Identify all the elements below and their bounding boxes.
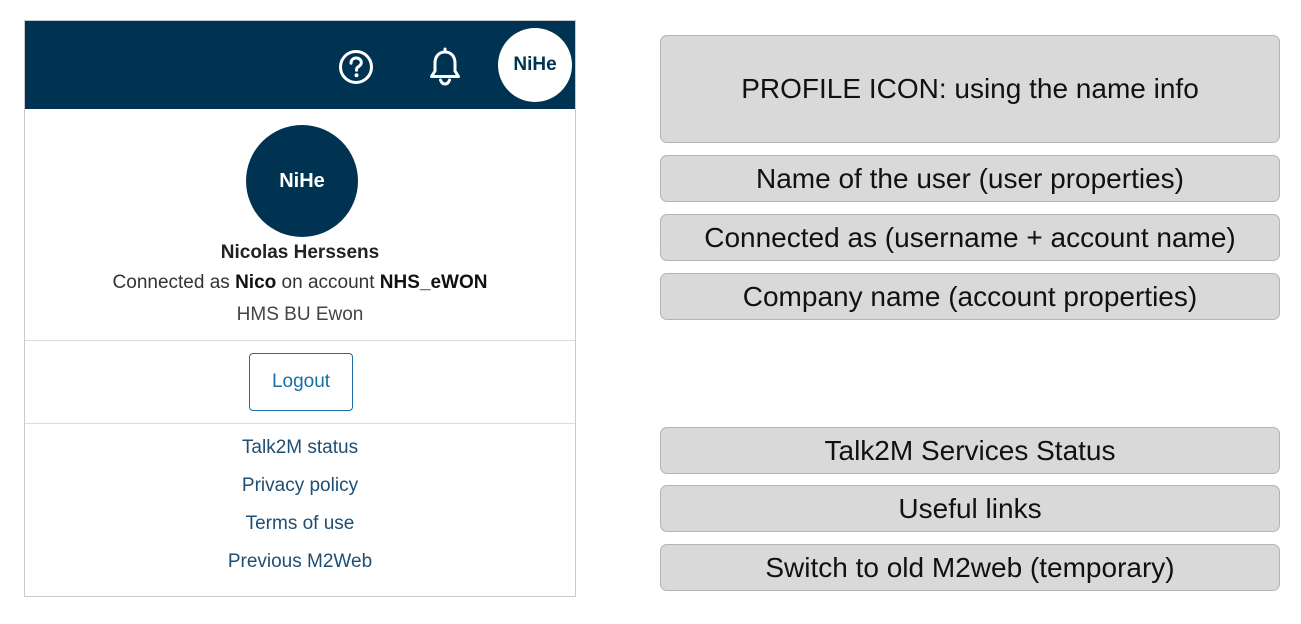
help-icon[interactable] [338,49,374,85]
company-name: HMS BU Ewon [236,304,364,325]
link-terms-of-use[interactable]: Terms of use [25,509,575,547]
annotation-company-name: Company name (account properties) [660,273,1280,320]
annotation-old-m2web: Switch to old M2web (temporary) [660,544,1280,591]
annotation-user-name: Name of the user (user properties) [660,155,1280,202]
divider [25,423,575,424]
connected-middle: on account [281,272,375,293]
link-talk2m-status[interactable]: Talk2M status [25,433,575,471]
useful-links: Talk2M status Privacy policy Terms of us… [25,433,575,585]
annotation-talk2m-status: Talk2M Services Status [660,427,1280,474]
bell-icon[interactable] [426,47,464,87]
account-name: NHS_eWON [379,272,488,293]
annotation-useful-links: Useful links [660,485,1280,532]
logout-button[interactable]: Logout [249,353,353,411]
profile-avatar: NiHe [246,125,358,237]
link-privacy-policy[interactable]: Privacy policy [25,471,575,509]
divider [25,340,575,341]
user-name: Nicolas Herssens [220,242,380,263]
top-bar: NiHe [25,21,575,109]
username: Nico [235,272,277,293]
connected-prefix: Connected as [112,272,230,293]
link-previous-m2web[interactable]: Previous M2Web [25,547,575,585]
profile-avatar-button[interactable]: NiHe [498,28,572,102]
connected-as-text: Connected as Nico on account NHS_eWON [25,272,575,294]
profile-dropdown-panel: NiHe NiHe Nicolas Herssens Connected as … [24,20,576,597]
annotation-connected-as: Connected as (username + account name) [660,214,1280,261]
annotation-profile-icon: PROFILE ICON: using the name info [660,35,1280,143]
